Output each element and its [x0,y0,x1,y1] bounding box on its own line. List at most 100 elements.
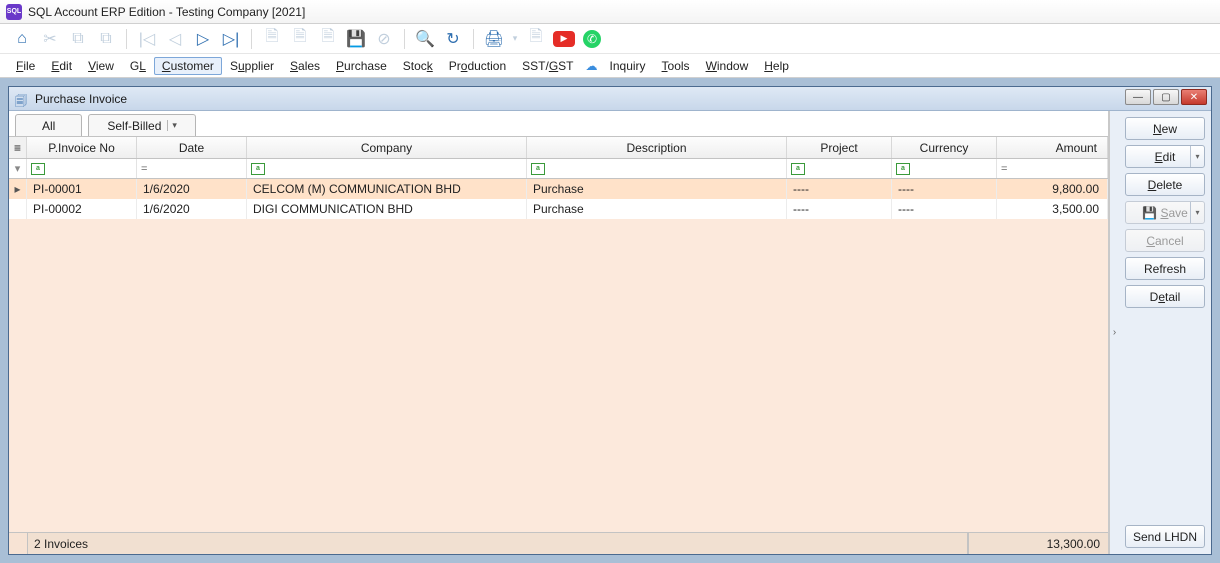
minimize-button[interactable]: — [1125,89,1151,105]
save-button: 💾 Save▾ [1125,201,1205,224]
menu-item-file[interactable]: File [8,57,43,75]
new-doc-icon[interactable]: 🗎 [260,27,284,51]
new-button[interactable]: New [1125,117,1205,140]
col-date[interactable]: Date [137,137,247,158]
menu-item-edit[interactable]: Edit [43,57,80,75]
youtube-icon[interactable]: ▶ [552,27,576,51]
cell-currency: ---- [892,199,997,219]
menu-item-help[interactable]: Help [756,57,797,75]
purchase-invoice-window: 🗐 Purchase Invoice — ▢ ✕ All Self-Billed… [8,86,1212,555]
cell-project: ---- [787,179,892,199]
tab-all[interactable]: All [15,114,82,136]
filter-date[interactable]: = [137,159,247,178]
menu-item-customer[interactable]: Customer [154,57,222,75]
print-icon[interactable]: 🖨 [482,27,506,51]
search-icon[interactable]: 🔍 [413,27,437,51]
filter-currency[interactable]: a [892,159,997,178]
cell-invoice-no: PI-00002 [27,199,137,219]
edit-dropdown-icon[interactable]: ▾ [1190,146,1204,167]
home-icon[interactable]: ⌂ [10,27,34,51]
menu-item-tools[interactable]: Tools [654,57,698,75]
mdi-client: 🗐 Purchase Invoice — ▢ ✕ All Self-Billed… [0,78,1220,563]
app-titlebar: SQL SQL Account ERP Edition - Testing Co… [0,0,1220,24]
cell-amount: 3,500.00 [997,199,1108,219]
cancel-doc-icon[interactable]: ⊘ [372,27,396,51]
cell-description: Purchase [527,179,787,199]
menu-item-gl[interactable]: GL [122,57,154,75]
delete-doc-icon[interactable]: 🗎 [316,27,340,51]
action-panel: New Edit▾ Delete 💾 Save▾ Cancel Refresh … [1119,111,1211,554]
menu-item-purchase[interactable]: Purchase [328,57,395,75]
app-icon: SQL [6,4,22,20]
menu-item-supplier[interactable]: Supplier [222,57,282,75]
row-indicator-header[interactable]: ≡ [9,137,27,158]
column-headers: ≡ P.Invoice No Date Company Description … [9,137,1108,159]
filter-company[interactable]: a [247,159,527,178]
cell-amount: 9,800.00 [997,179,1108,199]
filter-description[interactable]: a [527,159,787,178]
menubar: FileEditViewGLCustomerSupplierSalesPurch… [0,54,1220,78]
menu-item-view[interactable]: View [80,57,122,75]
filter-amount[interactable]: = [997,159,1108,178]
tab-self-billed[interactable]: Self-Billed▾ [88,114,196,136]
paste-icon[interactable]: ⧉ [94,27,118,51]
maximize-button[interactable]: ▢ [1153,89,1179,105]
menu-item-sstgst[interactable]: SST/GST [514,57,581,75]
col-project[interactable]: Project [787,137,892,158]
table-row[interactable]: PI-000021/6/2020DIGI COMMUNICATION BHDPu… [9,199,1108,219]
menu-item-stock[interactable]: Stock [395,57,441,75]
cloud-icon[interactable]: ☁ [582,59,602,73]
row-indicator [9,199,27,219]
filter-funnel-icon[interactable]: ▾ [9,159,27,178]
cancel-button: Cancel [1125,229,1205,252]
cut-icon[interactable]: ✂ [38,27,62,51]
cell-company: DIGI COMMUNICATION BHD [247,199,527,219]
cell-project: ---- [787,199,892,219]
cell-date: 1/6/2020 [137,179,247,199]
first-record-icon[interactable]: |◁ [135,27,159,51]
send-lhdn-button[interactable]: Send LHDN [1125,525,1205,548]
last-record-icon[interactable]: ▷| [219,27,243,51]
whatsapp-icon[interactable]: ✆ [580,27,604,51]
grid-zone: All Self-Billed▾ ≡ P.Invoice No Date Com… [9,111,1109,554]
rows-area: ▸PI-000011/6/2020CELCOM (M) COMMUNICATIO… [9,179,1108,532]
col-company[interactable]: Company [247,137,527,158]
refresh-icon[interactable]: ↻ [441,27,465,51]
row-indicator: ▸ [9,179,27,199]
delete-button[interactable]: Delete [1125,173,1205,196]
grid-footer: 2 Invoices 13,300.00 [9,532,1108,554]
filter-row: ▾ a = a a a a = [9,159,1108,179]
refresh-button[interactable]: Refresh [1125,257,1205,280]
prev-record-icon[interactable]: ◁ [163,27,187,51]
grand-total: 13,300.00 [968,533,1108,554]
chevron-down-icon[interactable]: ▾ [167,120,177,131]
preview-icon[interactable]: 🗎 [524,27,548,51]
inner-window-titlebar[interactable]: 🗐 Purchase Invoice — ▢ ✕ [9,87,1211,111]
col-description[interactable]: Description [527,137,787,158]
menu-item-production[interactable]: Production [441,57,514,75]
detail-button[interactable]: Detail [1125,285,1205,308]
edit-button[interactable]: Edit▾ [1125,145,1205,168]
cell-currency: ---- [892,179,997,199]
close-button[interactable]: ✕ [1181,89,1207,105]
filter-project[interactable]: a [787,159,892,178]
menu-item-window[interactable]: Window [698,57,757,75]
edit-doc-icon[interactable]: 🗎 [288,27,312,51]
cell-date: 1/6/2020 [137,199,247,219]
menu-item-sales[interactable]: Sales [282,57,328,75]
menu-item-inquiry[interactable]: Inquiry [602,57,654,75]
save-dropdown-icon: ▾ [1190,202,1204,223]
panel-collapser[interactable]: › [1109,111,1119,554]
col-invoice-no[interactable]: P.Invoice No [27,137,137,158]
copy-icon[interactable]: ⧉ [66,27,90,51]
filter-invoice-no[interactable]: a [27,159,137,178]
next-record-icon[interactable]: ▷ [191,27,215,51]
table-row[interactable]: ▸PI-000011/6/2020CELCOM (M) COMMUNICATIO… [9,179,1108,199]
col-currency[interactable]: Currency [892,137,997,158]
col-amount[interactable]: Amount [997,137,1108,158]
print-dropdown-icon[interactable]: ▾ [510,27,520,51]
cell-invoice-no: PI-00001 [27,179,137,199]
inner-window-title: Purchase Invoice [35,92,127,106]
app-title: SQL Account ERP Edition - Testing Compan… [28,5,305,19]
save-doc-icon[interactable]: 💾 [344,27,368,51]
